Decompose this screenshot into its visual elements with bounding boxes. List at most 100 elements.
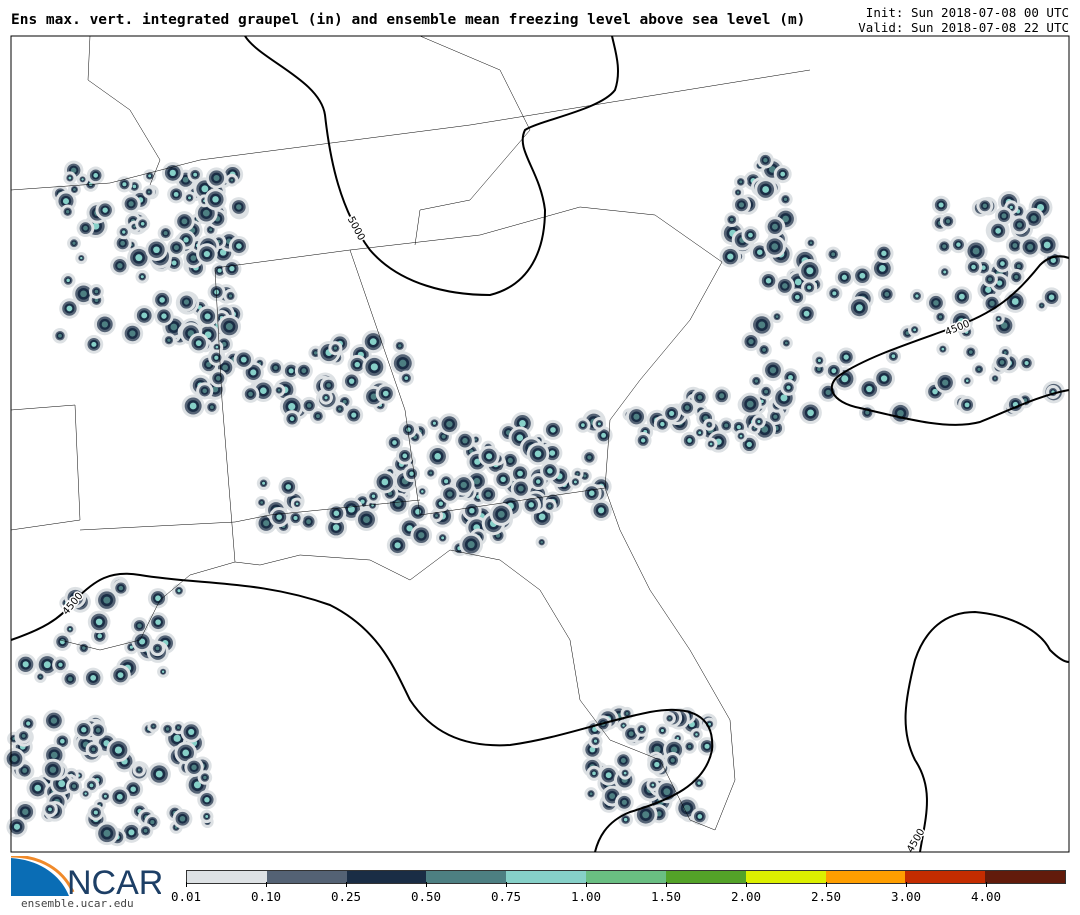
- graupel-cell: [90, 675, 96, 681]
- graupel-cell: [222, 365, 228, 371]
- graupel-cell: [166, 727, 169, 730]
- graupel-cell: [141, 313, 147, 319]
- graupel-cell: [409, 471, 413, 475]
- graupel-cell: [933, 300, 939, 306]
- colorbar-tick: [506, 882, 507, 887]
- graupel-cell: [170, 324, 177, 331]
- graupel-cell: [117, 794, 123, 800]
- graupel-cell: [248, 392, 253, 397]
- graupel-cell: [474, 478, 480, 484]
- graupel-cell: [626, 712, 629, 715]
- graupel-cell: [205, 313, 211, 319]
- graupel-cell: [641, 438, 645, 442]
- graupel-cell: [307, 403, 311, 407]
- graupel-cell: [1049, 294, 1054, 299]
- graupel-cell: [461, 482, 467, 488]
- graupel-cell: [84, 792, 86, 794]
- graupel-cell: [624, 772, 627, 775]
- graupel-cell: [697, 781, 700, 784]
- graupel-cell: [737, 425, 741, 429]
- graupel-cell: [119, 586, 123, 590]
- graupel-cell: [104, 795, 107, 798]
- graupel-cell: [191, 765, 196, 770]
- graupel-cell: [994, 377, 997, 380]
- graupel-cell: [218, 269, 222, 273]
- graupel-cell: [687, 438, 692, 443]
- graupel-cell: [90, 783, 94, 787]
- ncar-logo: NCAR: [11, 856, 161, 896]
- graupel-cell: [183, 237, 188, 242]
- graupel-cell: [141, 222, 145, 226]
- contour-label: 5000: [345, 215, 367, 243]
- graupel-cell: [997, 318, 999, 320]
- graupel-cell: [205, 815, 208, 818]
- graupel-cell: [818, 359, 821, 362]
- graupel-cell: [708, 423, 710, 425]
- graupel-cell: [83, 226, 88, 231]
- graupel-cell: [831, 368, 836, 373]
- graupel-cell: [956, 242, 960, 246]
- graupel-cell: [306, 519, 311, 524]
- colorbar-tick: [826, 882, 827, 887]
- graupel-cell: [660, 422, 664, 426]
- state-border: [215, 207, 722, 268]
- graupel-cell: [96, 728, 101, 733]
- graupel-cell: [609, 793, 615, 799]
- colorbar-tick: [666, 882, 667, 887]
- graupel-cell: [212, 196, 218, 202]
- graupel-cell: [444, 479, 448, 483]
- colorbar-tick: [426, 882, 427, 887]
- logo-url: ensemble.ucar.edu: [21, 897, 134, 910]
- graupel-cell: [983, 204, 987, 208]
- graupel-cell: [508, 458, 513, 463]
- graupel-cell: [865, 411, 869, 415]
- graupel-cell: [102, 207, 107, 212]
- graupel-cell: [406, 427, 410, 431]
- graupel-cell: [182, 218, 188, 224]
- graupel-cell: [881, 251, 886, 256]
- graupel-cell: [161, 313, 166, 318]
- graupel-cell: [60, 739, 65, 744]
- graupel-cell: [156, 647, 160, 651]
- graupel-cell: [710, 443, 713, 446]
- graupel-cell: [241, 357, 247, 363]
- graupel-cell: [289, 368, 294, 373]
- graupel-cell: [372, 495, 375, 498]
- graupel-cell: [548, 504, 551, 507]
- graupel-cell: [486, 453, 492, 459]
- graupel-cell: [69, 628, 72, 631]
- graupel-cell: [177, 726, 180, 729]
- graupel-cell: [216, 346, 219, 349]
- graupel-cell: [122, 230, 125, 233]
- graupel-cell: [804, 311, 810, 317]
- graupel-cell: [770, 367, 776, 373]
- graupel-cell: [363, 516, 370, 523]
- graupel-cell: [601, 433, 606, 438]
- graupel-cell: [807, 409, 814, 416]
- graupel-cell: [96, 619, 103, 626]
- graupel-cell: [661, 729, 664, 732]
- graupel-cell: [518, 486, 524, 492]
- graupel-cell: [817, 367, 821, 371]
- graupel-cell: [226, 323, 233, 330]
- graupel-cell: [162, 671, 164, 673]
- graupel-cell: [34, 785, 41, 792]
- graupel-cell: [82, 646, 85, 649]
- graupel-cell: [859, 273, 865, 279]
- graupel-cell: [598, 422, 601, 425]
- graupel-cell: [435, 514, 438, 517]
- graupel-cell: [22, 734, 26, 738]
- graupel-cell: [606, 772, 612, 778]
- graupel-cell: [201, 185, 208, 192]
- graupel-cell: [22, 809, 28, 815]
- graupel-cell: [68, 177, 71, 180]
- graupel-cell: [91, 342, 96, 347]
- graupel-cell: [349, 379, 354, 384]
- graupel-cell: [762, 186, 769, 193]
- graupel-cell: [95, 290, 99, 294]
- graupel-cell: [73, 188, 76, 191]
- graupel-cell: [293, 516, 297, 520]
- graupel-cell: [172, 261, 177, 266]
- graupel-cell: [856, 304, 863, 311]
- graupel-cell: [338, 407, 341, 410]
